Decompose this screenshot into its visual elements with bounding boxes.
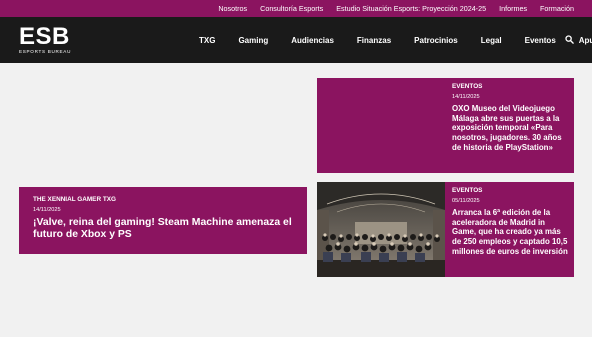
article-date: 14/11/2025 — [452, 94, 480, 100]
nav-item-patrocinios[interactable]: Patrocinios — [414, 36, 458, 45]
article-title[interactable]: Arranca la 6ª edición de la aceleradora … — [452, 208, 569, 256]
nav-item-apuestas[interactable]: Apuestas — [579, 36, 592, 45]
top-link-estudio[interactable]: Estudio Situación Esports: Proyección 20… — [336, 4, 486, 13]
article-category[interactable]: THE XENNIAL GAMER TXG — [33, 196, 303, 203]
top-link-consultoria[interactable]: Consultoría Esports — [260, 4, 323, 13]
article-card-oxo-museo[interactable]: EVENTOS 14/11/2025 OXO Museo del Videoju… — [317, 78, 574, 173]
top-link-informes[interactable]: Informes — [499, 4, 527, 13]
nav-item-txg[interactable]: TXG — [199, 36, 215, 45]
article-date: 14/11/2025 — [33, 207, 61, 213]
article-category[interactable]: EVENTOS — [452, 187, 569, 194]
top-link-nosotros[interactable]: Nosotros — [218, 4, 247, 13]
site-logo[interactable]: ESB ESPORTS BUREAU — [19, 23, 79, 55]
main-header: ESB ESPORTS BUREAU TXG Gaming Audiencias… — [0, 17, 592, 63]
nav-item-finanzas[interactable]: Finanzas — [357, 36, 391, 45]
top-links: Nosotros Consultoría Esports Estudio Sit… — [218, 0, 574, 17]
article-card-valve-steam-machine[interactable]: THE XENNIAL GAMER TXG 14/11/2025 ¡Valve,… — [19, 187, 307, 254]
article-category[interactable]: EVENTOS — [452, 83, 568, 90]
article-title[interactable]: OXO Museo del Videojuego Málaga abre sus… — [452, 104, 568, 152]
article-card-content: EVENTOS 14/11/2025 OXO Museo del Videoju… — [452, 83, 568, 152]
main-nav: TXG Gaming Audiencias Finanzas Patrocini… — [199, 17, 592, 63]
logo-subtitle: ESPORTS BUREAU — [19, 49, 72, 54]
nav-item-legal[interactable]: Legal — [481, 36, 502, 45]
top-utility-bar: Nosotros Consultoría Esports Estudio Sit… — [0, 0, 592, 17]
article-card-madrid-in-game[interactable]: EVENTOS 05/11/2025 Arranca la 6ª edición… — [317, 182, 574, 277]
nav-item-eventos[interactable]: Eventos — [525, 36, 556, 45]
logo-text: ESB — [19, 23, 70, 50]
search-icon[interactable] — [565, 35, 574, 44]
nav-item-gaming[interactable]: Gaming — [238, 36, 268, 45]
article-card-content: THE XENNIAL GAMER TXG 14/11/2025 ¡Valve,… — [33, 196, 303, 242]
nav-item-audiencias[interactable]: Audiencias — [291, 36, 334, 45]
top-link-formacion[interactable]: Formación — [540, 4, 574, 13]
article-thumbnail-image[interactable] — [317, 182, 445, 277]
article-card-content: EVENTOS 05/11/2025 Arranca la 6ª edición… — [452, 187, 569, 256]
article-date: 05/11/2025 — [452, 198, 480, 204]
article-title[interactable]: ¡Valve, reina del gaming! Steam Machine … — [33, 217, 303, 242]
